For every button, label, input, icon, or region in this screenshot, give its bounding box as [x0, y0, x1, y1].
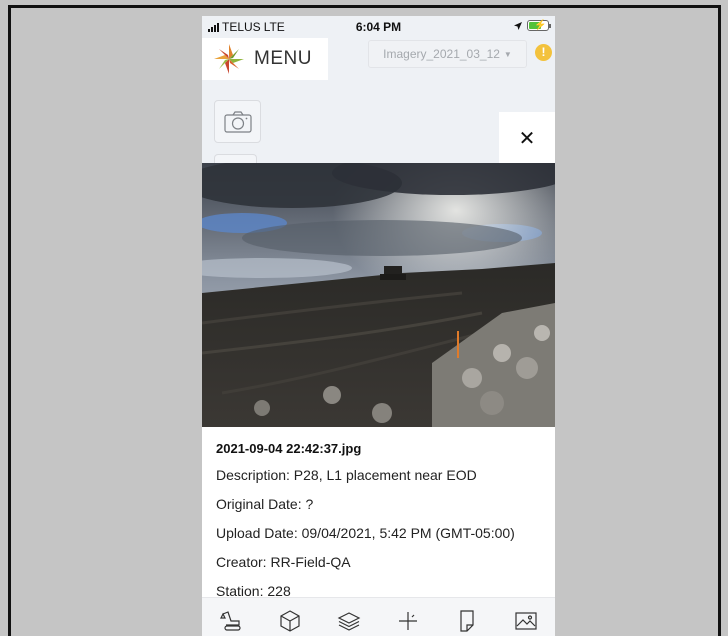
- layers-icon: [337, 612, 361, 631]
- camera-button[interactable]: [214, 100, 261, 143]
- page-icon: [460, 610, 474, 632]
- imagery-select-value: Imagery_2021_03_12: [383, 47, 500, 61]
- close-icon: ✕: [518, 127, 536, 150]
- cube-tool-button[interactable]: [272, 603, 308, 636]
- battery-icon: ⚡: [527, 20, 551, 31]
- original-date-line: Original Date: ?: [216, 496, 314, 512]
- crosshair-icon: [398, 612, 417, 630]
- alert-icon[interactable]: !: [535, 44, 552, 61]
- file-name: 2021-09-04 22:42:37.jpg: [216, 441, 362, 456]
- description-line: Description: P28, L1 placement near EOD: [216, 467, 477, 483]
- camera-icon: [223, 110, 252, 133]
- station-line: Station: 228: [216, 583, 291, 597]
- gallery-tool-button[interactable]: [508, 603, 544, 636]
- excavator-icon: [220, 611, 242, 631]
- page-tool-button[interactable]: [449, 603, 485, 636]
- site-photo: [202, 163, 555, 427]
- cube-icon: [280, 610, 300, 632]
- measure-tool-button[interactable]: [390, 603, 426, 636]
- menu-button[interactable]: MENU: [202, 38, 328, 80]
- close-button[interactable]: ✕: [499, 112, 555, 164]
- layers-tool-button[interactable]: [331, 603, 367, 636]
- screenshot-frame: TELUS LTE 6:04 PM ⚡ MENU Imagery_2021_03…: [8, 5, 721, 636]
- image-icon: [514, 612, 537, 630]
- status-right: ⚡: [513, 20, 551, 31]
- status-bar: TELUS LTE 6:04 PM ⚡: [202, 16, 555, 38]
- location-arrow-icon: [514, 21, 522, 30]
- phone-screen: TELUS LTE 6:04 PM ⚡ MENU Imagery_2021_03…: [202, 16, 555, 636]
- logo-icon: [214, 44, 244, 74]
- excavator-tool-button[interactable]: [213, 603, 249, 636]
- caret-down-icon: ▼: [503, 49, 512, 59]
- photo-details: 2021-09-04 22:42:37.jpg Description: P28…: [202, 427, 555, 597]
- bottom-toolbar: [202, 597, 555, 636]
- menu-label: MENU: [254, 48, 312, 69]
- upload-date-line: Upload Date: 09/04/2021, 5:42 PM (GMT-05…: [216, 525, 515, 541]
- imagery-select[interactable]: Imagery_2021_03_12 ▼: [368, 40, 527, 68]
- clock: 6:04 PM: [355, 20, 402, 34]
- creator-line: Creator: RR-Field-QA: [216, 554, 351, 570]
